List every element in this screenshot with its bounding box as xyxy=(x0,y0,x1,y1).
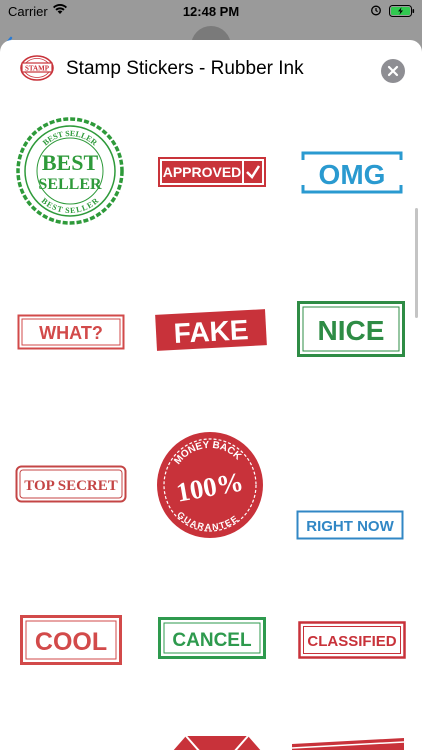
page-title: Stamp Stickers - Rubber Ink xyxy=(66,58,304,79)
sticker-top-secret-label: TOP SECRET xyxy=(24,478,118,494)
sticker-classified-label: CLASSIFIED xyxy=(307,633,396,650)
close-button[interactable] xyxy=(381,59,405,83)
sticker-sheet: STAMP Stamp Stickers - Rubber Ink BEST S… xyxy=(0,40,422,750)
status-bar: Carrier 12:48 PM xyxy=(0,0,422,24)
status-time: 12:48 PM xyxy=(182,4,240,19)
scrollbar[interactable] xyxy=(415,208,418,318)
sticker-best-seller-main: BEST xyxy=(42,150,99,175)
sticker-omg-label: OMG xyxy=(319,159,386,190)
battery-charging-icon xyxy=(389,5,415,20)
sticker-what-label: WHAT? xyxy=(39,323,103,343)
sticker-approved[interactable]: APPROVED xyxy=(158,157,266,187)
sticker-100-percent[interactable]: MONEY BACK GUARANTEE 100% xyxy=(155,430,265,540)
sticker-cancel[interactable]: CANCEL xyxy=(158,617,266,659)
sticker-nice-label: NICE xyxy=(318,315,385,346)
sticker-fake[interactable]: FAKE xyxy=(153,306,269,354)
sticker-partial-left[interactable] xyxy=(160,732,272,750)
sticker-best-seller-bottom: BEST SELLER xyxy=(40,196,101,215)
app-logo-icon: STAMP xyxy=(19,54,55,82)
svg-text:BEST SELLER: BEST SELLER xyxy=(40,196,101,215)
sticker-partial-right[interactable] xyxy=(290,734,406,750)
sticker-omg[interactable]: OMG xyxy=(300,150,404,195)
sticker-cool-label: COOL xyxy=(35,628,107,656)
sticker-top-secret[interactable]: TOP SECRET xyxy=(15,465,127,503)
sticker-nice[interactable]: NICE xyxy=(297,301,405,357)
sticker-what[interactable]: WHAT? xyxy=(17,314,125,350)
sticker-cancel-label: CANCEL xyxy=(172,630,252,651)
sticker-right-now-label: RIGHT NOW xyxy=(306,518,394,535)
sheet-header: STAMP Stamp Stickers - Rubber Ink xyxy=(0,40,422,100)
sticker-right-now[interactable]: RIGHT NOW xyxy=(296,510,404,540)
alarm-icon xyxy=(370,4,382,19)
sticker-fake-label: FAKE xyxy=(173,314,249,349)
sticker-classified[interactable]: CLASSIFIED xyxy=(298,621,406,659)
app-logo-text: STAMP xyxy=(25,64,50,72)
sticker-approved-label: APPROVED xyxy=(163,164,242,180)
sticker-best-seller-main2: SELLER xyxy=(38,176,102,193)
close-icon xyxy=(387,65,399,77)
sticker-cool[interactable]: COOL xyxy=(20,615,122,665)
sticker-best-seller[interactable]: BEST SELLER BEST SELLER BEST SELLER xyxy=(15,116,125,226)
